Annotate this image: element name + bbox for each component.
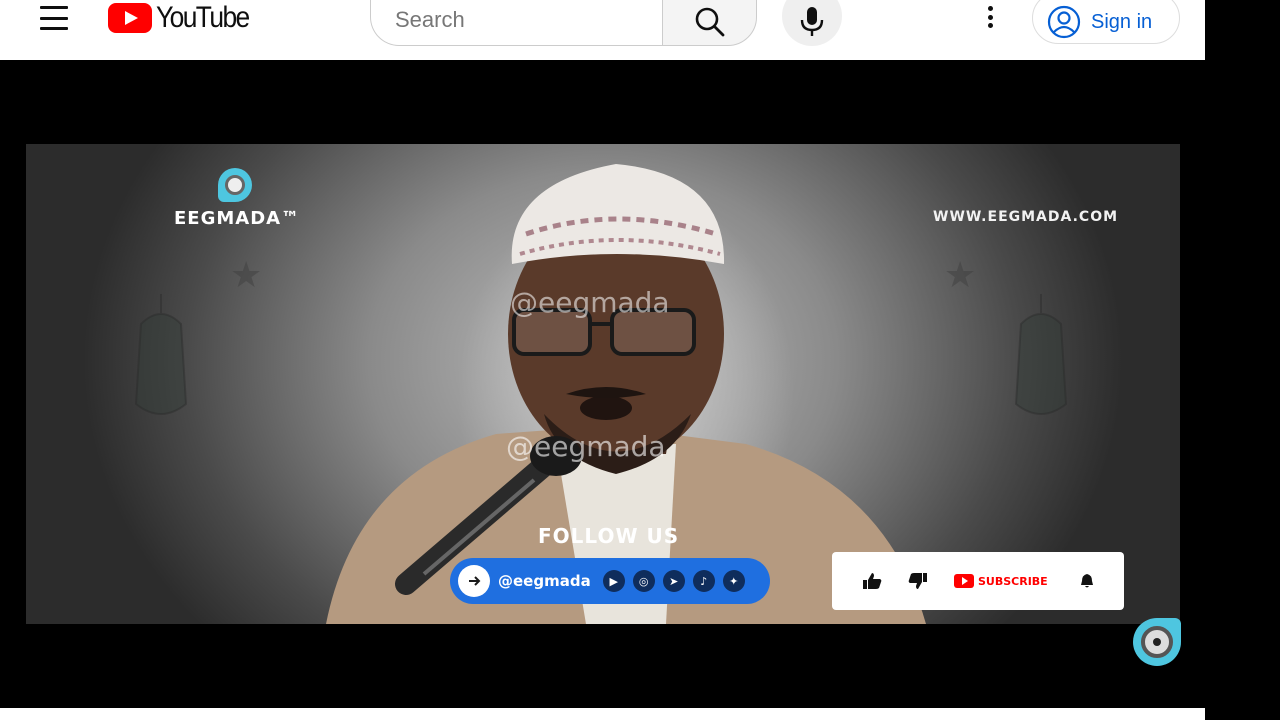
account-icon — [1047, 5, 1081, 39]
subscribe-label: SUBSCRIBE — [978, 574, 1048, 588]
brand-name: EEGMADA™ — [174, 208, 301, 229]
youtube-logo[interactable]: YouTube — [108, 1, 261, 34]
search-box — [370, 0, 663, 46]
channel-watermark-icon[interactable] — [1133, 618, 1181, 666]
dot — [987, 6, 993, 11]
dot — [987, 14, 993, 20]
arrow-right-icon — [458, 565, 490, 597]
subscribe-badge: SUBSCRIBE — [954, 574, 1048, 588]
voice-search-button[interactable] — [782, 0, 842, 46]
dot — [987, 23, 993, 28]
search-button[interactable] — [662, 0, 757, 46]
watermark-top: @eegmada — [510, 286, 670, 319]
watermark-bottom: @eegmada — [506, 430, 666, 463]
search-input[interactable] — [395, 5, 645, 35]
telegram-icon: ➤ — [662, 570, 685, 592]
menu-bar — [40, 6, 68, 9]
logo-text: YouTube — [156, 1, 250, 34]
instagram-icon: ◎ — [632, 570, 655, 592]
thumbs-up-icon — [863, 573, 882, 589]
bell-icon — [1080, 574, 1093, 588]
site-url: WWW.EEGMADA.COM — [933, 209, 1119, 225]
follow-us-banner: @eegmada ▶ ◎ ➤ ♪ ✦ — [450, 558, 770, 604]
tiktok-icon: ♪ — [692, 570, 715, 592]
sign-in-label: Sign in — [1091, 10, 1153, 33]
app-window: YouTube Search Sign in ★ ★ EEGMADA™ WWW.… — [0, 0, 1280, 720]
settings-more-button[interactable] — [976, 2, 1004, 32]
youtube-mini-icon — [954, 574, 974, 588]
guide-menu-button[interactable] — [36, 4, 72, 32]
subscribe-card: SUBSCRIBE — [832, 552, 1124, 610]
menu-bar — [40, 27, 68, 30]
follow-handle: @eegmada — [498, 572, 591, 590]
youtube-play-icon — [108, 3, 152, 33]
sign-in-button[interactable]: Sign in — [1032, 0, 1180, 44]
follow-us-label: FOLLOW US — [538, 524, 680, 548]
twitter-icon: ✦ — [722, 570, 745, 592]
menu-bar — [40, 16, 68, 20]
eegmada-logo-icon — [218, 168, 252, 202]
microphone-icon — [800, 7, 824, 36]
thumbs-down-icon — [908, 573, 927, 589]
masthead: YouTube Search Sign in — [0, 0, 1205, 60]
video-player[interactable]: ★ ★ EEGMADA™ WWW.EEGMADA.COM @eegmada @e… — [26, 144, 1180, 624]
youtube-icon: ▶ — [602, 570, 625, 592]
search-icon — [695, 7, 724, 37]
below-player-area — [0, 708, 1205, 720]
